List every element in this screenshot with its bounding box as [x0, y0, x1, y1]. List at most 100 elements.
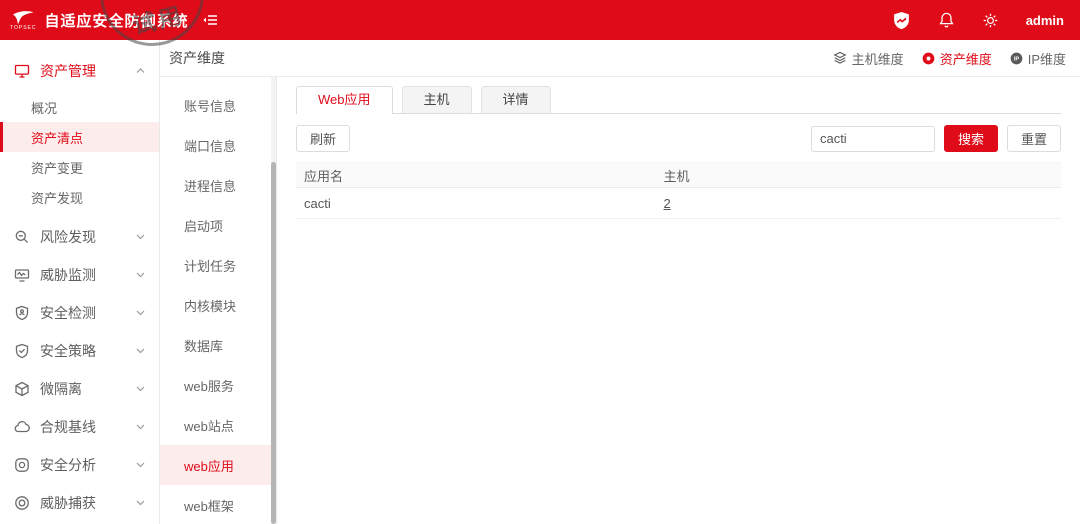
username-label[interactable]: admin — [1026, 13, 1064, 28]
sub-item-label: 资产清点 — [31, 128, 83, 147]
sidebar-item-security-detection[interactable]: 安全检测 — [0, 294, 159, 332]
sidebar-item-label: 安全分析 — [40, 455, 96, 475]
cube-icon — [14, 381, 30, 397]
sidebar-item-asset-discovery[interactable]: 资产发现 — [0, 182, 159, 212]
menu-item-label: web框架 — [184, 496, 234, 515]
dimension-option-label: IP维度 — [1028, 49, 1066, 68]
column-header-app-name: 应用名 — [296, 163, 656, 188]
search-button[interactable]: 搜索 — [944, 125, 998, 152]
menu-item-process-info[interactable]: 进程信息 — [160, 165, 276, 205]
menu-item-port-info[interactable]: 端口信息 — [160, 125, 276, 165]
scrollbar-thumb[interactable] — [271, 162, 276, 524]
menu-item-scheduled-tasks[interactable]: 计划任务 — [160, 245, 276, 285]
right-region: 资产维度 主机维度 资产维度 — [160, 40, 1080, 524]
tab-label: 主机 — [424, 92, 450, 107]
topsec-logo: TOPSEC — [10, 10, 36, 31]
menu-item-label: 计划任务 — [184, 256, 236, 275]
table-header-row: 应用名 主机 — [296, 163, 1061, 188]
topbar: TOPSEC 自适应安全防御系统 试用 — [0, 0, 1080, 40]
sidebar-item-label: 风险发现 — [40, 227, 96, 247]
menu-item-label: 启动项 — [184, 216, 223, 235]
dimension-option-asset[interactable]: 资产维度 — [922, 49, 992, 68]
monitor-icon — [14, 63, 30, 79]
sidebar-item-security-policy[interactable]: 安全策略 — [0, 332, 159, 370]
chevron-down-icon — [136, 500, 145, 506]
sidebar-item-label: 合规基线 — [40, 417, 96, 437]
sidebar-item-threat-monitoring[interactable]: 威胁监测 — [0, 256, 159, 294]
menu-item-label: 端口信息 — [184, 136, 236, 155]
sidebar-item-asset-inventory[interactable]: 资产清点 — [0, 122, 159, 152]
content-panel: Web应用 主机 详情 刷新 搜索 重置 应用名 — [277, 77, 1080, 524]
dimension-option-ip[interactable]: IP IP维度 — [1010, 49, 1066, 68]
asset-dimension-menu: 账号信息 端口信息 进程信息 启动项 计划任务 内核模块 数据库 web服务 w… — [160, 77, 277, 524]
topsec-swoosh-icon — [11, 10, 35, 25]
search-input[interactable] — [811, 126, 935, 152]
sidebar-item-risk-discovery[interactable]: 风险发现 — [0, 218, 159, 256]
main-layout: 资产管理 概况 资产清点 资产变更 资产发现 — [0, 40, 1080, 524]
menu-item-account-info[interactable]: 账号信息 — [160, 85, 276, 125]
notification-bell-icon[interactable] — [938, 11, 955, 29]
tab-label: 详情 — [503, 92, 529, 107]
collapse-sidebar-icon[interactable] — [202, 13, 218, 27]
svg-text:IP: IP — [1014, 56, 1020, 62]
sidebar-item-label: 威胁捕获 — [40, 493, 96, 513]
asset-management-submenu: 概况 资产清点 资产变更 资产发现 — [0, 92, 159, 212]
dimension-option-host[interactable]: 主机维度 — [833, 49, 904, 68]
chevron-down-icon — [136, 386, 145, 392]
tab-details[interactable]: 详情 — [481, 86, 551, 113]
reset-button[interactable]: 重置 — [1007, 125, 1061, 152]
menu-item-web-app[interactable]: web应用 — [160, 445, 276, 485]
menu-item-label: web站点 — [184, 416, 234, 435]
sidebar-item-micro-segmentation[interactable]: 微隔离 — [0, 370, 159, 408]
table-row: cacti 2 — [296, 188, 1061, 219]
analysis-target-icon — [14, 457, 30, 473]
sidebar-item-security-analysis[interactable]: 安全分析 — [0, 446, 159, 484]
search-group: 搜索 重置 — [811, 125, 1061, 152]
menu-item-web-service[interactable]: web服务 — [160, 365, 276, 405]
sidebar-item-asset-change[interactable]: 资产变更 — [0, 152, 159, 182]
dimension-option-label: 资产维度 — [940, 49, 992, 68]
tab-label: Web应用 — [318, 92, 371, 107]
security-shield-icon[interactable] — [892, 11, 911, 30]
host-count-link[interactable]: 2 — [664, 196, 671, 211]
tab-web-app[interactable]: Web应用 — [296, 86, 393, 114]
security-detect-icon — [14, 305, 30, 321]
host-layers-icon — [833, 51, 847, 65]
content-row: 账号信息 端口信息 进程信息 启动项 计划任务 内核模块 数据库 web服务 w… — [160, 77, 1080, 524]
sub-item-label: 资产发现 — [31, 188, 83, 207]
dimension-header: 资产维度 主机维度 资产维度 — [160, 40, 1080, 77]
sidebar-item-label: 威胁监测 — [40, 265, 96, 285]
sidebar-item-compliance-baseline[interactable]: 合规基线 — [0, 408, 159, 446]
sidebar-item-label: 微隔离 — [40, 379, 82, 399]
ip-pin-icon: IP — [1010, 52, 1023, 65]
dimension-title: 资产维度 — [169, 48, 225, 68]
topsec-brand-text: TOPSEC — [10, 26, 36, 31]
menu-item-web-framework[interactable]: web框架 — [160, 485, 276, 524]
toolbar: 刷新 搜索 重置 — [296, 125, 1061, 152]
sidebar-item-overview[interactable]: 概况 — [0, 92, 159, 122]
compliance-cloud-icon — [14, 419, 30, 435]
capture-target-icon — [14, 495, 30, 511]
menu-item-label: web应用 — [184, 456, 234, 475]
tab-bar: Web应用 主机 详情 — [296, 86, 1061, 114]
menu-item-kernel-modules[interactable]: 内核模块 — [160, 285, 276, 325]
sidebar-item-label: 资产管理 — [40, 61, 96, 81]
menu-item-database[interactable]: 数据库 — [160, 325, 276, 365]
column-header-host: 主机 — [656, 163, 1061, 188]
menu-item-label: 数据库 — [184, 336, 223, 355]
chevron-down-icon — [136, 234, 145, 240]
topbar-right: admin — [892, 11, 1064, 30]
sidebar-item-asset-management[interactable]: 资产管理 — [0, 52, 159, 90]
settings-gear-icon[interactable] — [982, 12, 999, 29]
app-title: 自适应安全防御系统 — [44, 10, 188, 31]
sidebar-item-threat-capture[interactable]: 威胁捕获 — [0, 484, 159, 522]
menu-item-label: 账号信息 — [184, 96, 236, 115]
chevron-down-icon — [136, 424, 145, 430]
risk-search-icon — [14, 229, 30, 245]
asset-dot-icon — [922, 52, 935, 65]
refresh-button[interactable]: 刷新 — [296, 125, 350, 152]
tab-host[interactable]: 主机 — [402, 86, 472, 113]
menu-item-web-site[interactable]: web站点 — [160, 405, 276, 445]
menu-item-startup-items[interactable]: 启动项 — [160, 205, 276, 245]
chevron-down-icon — [136, 348, 145, 354]
